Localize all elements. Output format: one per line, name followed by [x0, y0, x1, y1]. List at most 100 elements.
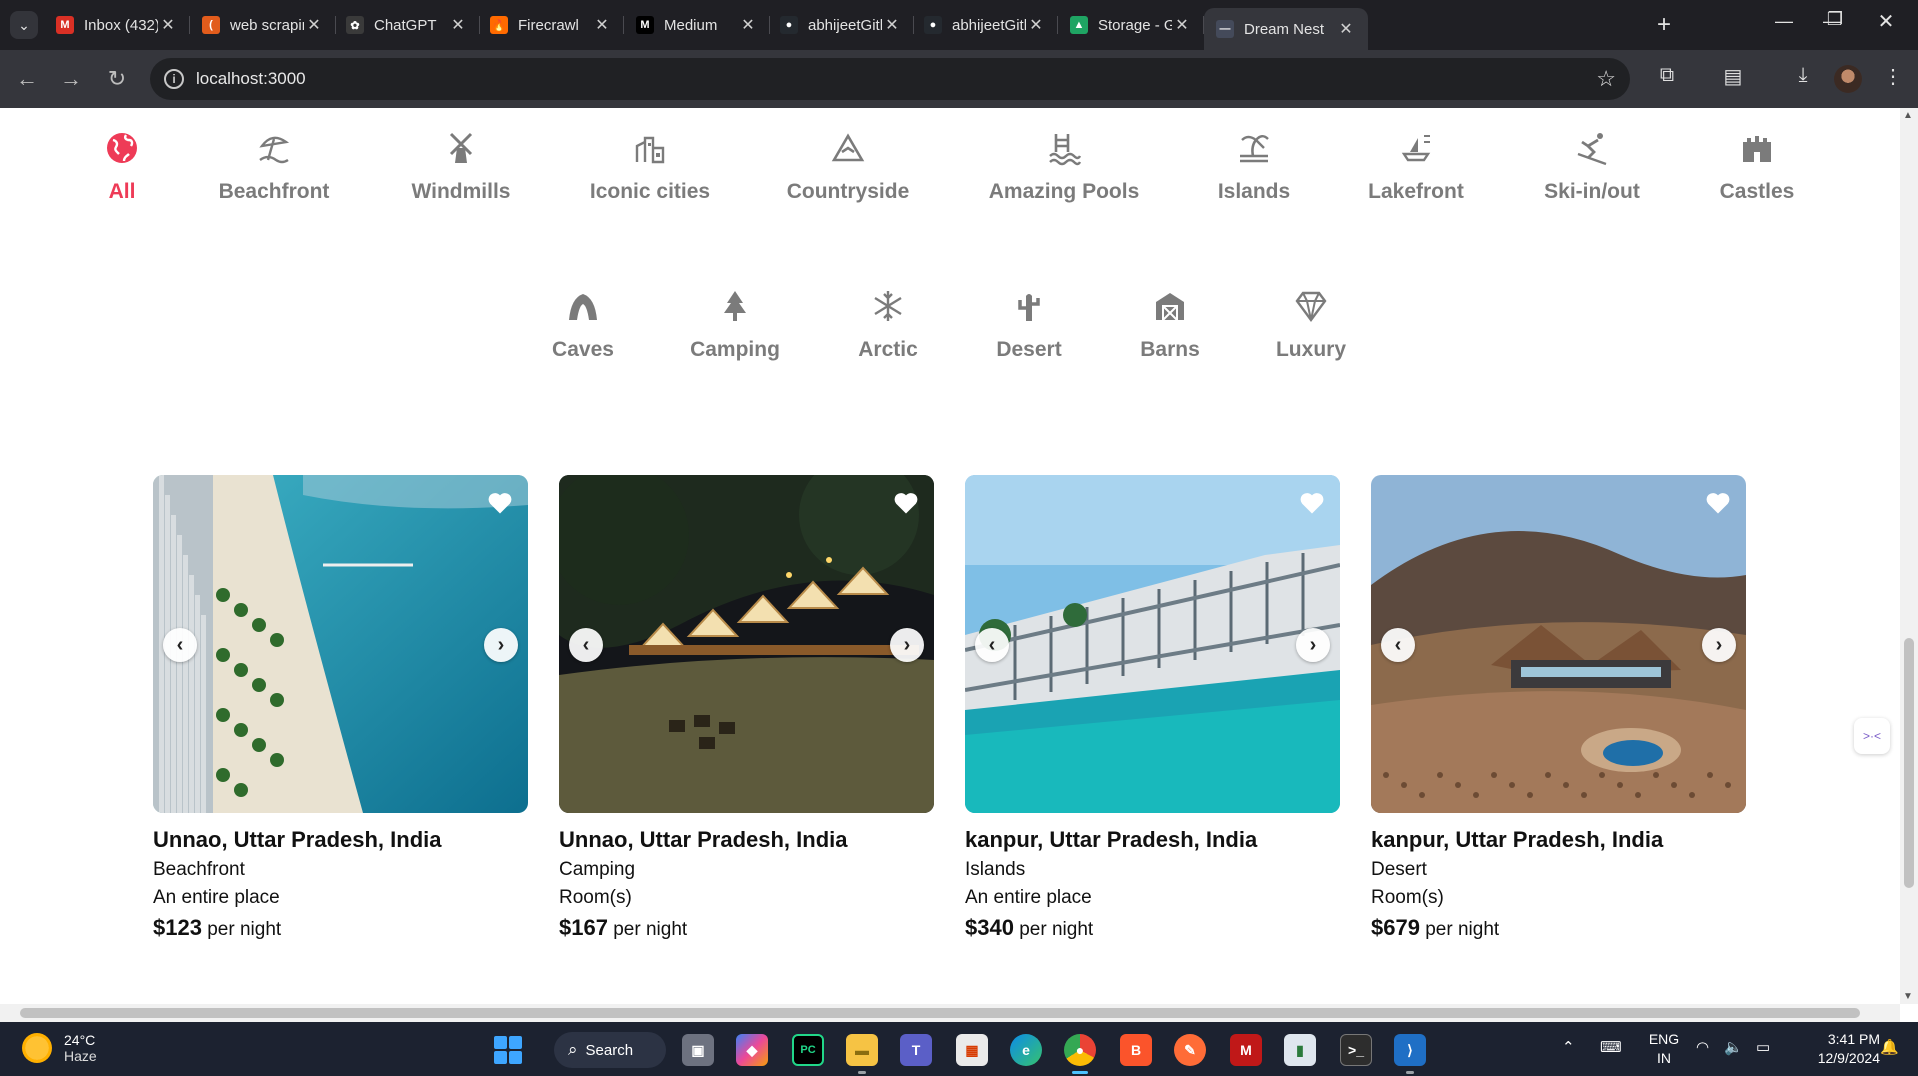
next-photo-chevron-icon[interactable]: ›: [890, 628, 924, 662]
category-windmills[interactable]: Windmills: [381, 130, 541, 204]
horizontal-scrollbar[interactable]: [0, 1004, 1900, 1022]
previous-photo-chevron-icon[interactable]: ‹: [569, 628, 603, 662]
close-tab-icon[interactable]: ✕: [1336, 19, 1356, 39]
browser-tab[interactable]: ● abhijeetGithu✕: [912, 8, 1058, 42]
close-window-icon[interactable]: ✕: [1866, 9, 1906, 34]
previous-photo-chevron-icon[interactable]: ‹: [163, 628, 197, 662]
close-tab-icon[interactable]: ✕: [1172, 15, 1192, 35]
browser-tab[interactable]: ✿ ChatGPT ✕: [334, 8, 480, 42]
browser-tab[interactable]: (web scraping✕: [190, 8, 336, 42]
windows-start-icon[interactable]: [494, 1036, 522, 1064]
teams-icon[interactable]: T: [900, 1034, 932, 1066]
keyboard-icon[interactable]: ⌨: [1600, 1038, 1622, 1056]
postman-icon[interactable]: ✎: [1174, 1034, 1206, 1066]
close-tab-icon[interactable]: ✕: [592, 15, 612, 35]
horizontal-scroll-thumb[interactable]: [20, 1008, 1860, 1018]
site-info-icon[interactable]: i: [164, 69, 184, 89]
minimize-window-icon[interactable]: —: [1764, 11, 1804, 32]
tab-search-button[interactable]: ⌄: [10, 11, 38, 39]
category-camping[interactable]: Camping: [655, 288, 815, 362]
battery-icon[interactable]: ▭: [1756, 1038, 1770, 1056]
microsoft-store-icon[interactable]: ▦: [956, 1034, 988, 1066]
close-tab-icon[interactable]: ✕: [158, 15, 178, 35]
category-caves[interactable]: Caves: [503, 288, 663, 362]
category-desert[interactable]: Desert: [949, 288, 1109, 362]
category-ski-in-out[interactable]: Ski-in/out: [1512, 130, 1672, 204]
browser-tab[interactable]: — Dream Nest ✕: [1204, 8, 1368, 50]
listing-card[interactable]: ‹ › Unnao, Uttar Pradesh, India Camping Room…: [559, 475, 934, 941]
extensions-icon[interactable]: ⧉: [1652, 64, 1682, 87]
restore-window-icon[interactable]: ❐: [1815, 9, 1855, 30]
reload-icon[interactable]: ↻: [104, 66, 130, 92]
close-tab-icon[interactable]: ✕: [304, 15, 324, 35]
wishlist-heart-icon[interactable]: [892, 489, 920, 517]
wishlist-heart-icon[interactable]: [1704, 489, 1732, 517]
new-tab-button[interactable]: +: [1650, 11, 1678, 39]
category-barns[interactable]: Barns: [1090, 288, 1250, 362]
taskbar-search-button[interactable]: ⌕ Search: [554, 1032, 666, 1068]
menu-kebab-icon[interactable]: ⋮: [1878, 64, 1908, 89]
close-tab-icon[interactable]: ✕: [882, 15, 902, 35]
listing-card[interactable]: ‹ › kanpur, Uttar Pradesh, India Desert Room…: [1371, 475, 1746, 941]
close-tab-icon[interactable]: ✕: [448, 15, 468, 35]
bookmark-star-icon[interactable]: ☆: [1596, 66, 1616, 92]
weather-widget[interactable]: 24°C Haze: [22, 1032, 97, 1064]
extension-floating-icon[interactable]: >·<: [1854, 718, 1890, 754]
close-tab-icon[interactable]: ✕: [738, 15, 758, 35]
category-castles[interactable]: Castles: [1677, 130, 1837, 204]
scroll-up-arrow-icon[interactable]: ▲: [1903, 110, 1913, 121]
profile-avatar[interactable]: [1834, 65, 1862, 93]
close-tab-icon[interactable]: ✕: [1026, 15, 1046, 35]
wishlist-heart-icon[interactable]: [486, 489, 514, 517]
category-arctic[interactable]: Arctic: [808, 288, 968, 362]
notification-bell-icon[interactable]: 🔔: [1880, 1038, 1899, 1056]
browser-tab[interactable]: M Medium ✕: [624, 8, 770, 42]
file-explorer-icon[interactable]: ▬: [846, 1034, 878, 1074]
listing-card[interactable]: ‹ › Unnao, Uttar Pradesh, India Beachfront A…: [153, 475, 528, 941]
next-photo-chevron-icon[interactable]: ›: [1296, 628, 1330, 662]
url-text[interactable]: localhost:3000: [196, 69, 306, 89]
listing-photo[interactable]: ‹ ›: [1371, 475, 1746, 813]
category-islands[interactable]: Islands: [1174, 130, 1334, 204]
terminal-icon[interactable]: >_: [1340, 1034, 1372, 1066]
volume-icon[interactable]: 🔈: [1724, 1038, 1743, 1056]
browser-tab[interactable]: M Inbox (432) -✕: [44, 8, 190, 42]
forward-arrow-icon[interactable]: →: [58, 66, 84, 92]
category-lakefront[interactable]: Lakefront: [1336, 130, 1496, 204]
vertical-scrollbar[interactable]: ▲ ▼: [1900, 108, 1918, 1004]
address-bar[interactable]: i localhost:3000 ☆: [150, 58, 1630, 100]
wishlist-heart-icon[interactable]: [1298, 489, 1326, 517]
reading-list-icon[interactable]: ▤: [1718, 64, 1748, 89]
wifi-icon[interactable]: ◠: [1696, 1038, 1709, 1056]
category-amazing-pools[interactable]: Amazing Pools: [984, 130, 1144, 204]
listing-photo[interactable]: ‹ ›: [559, 475, 934, 813]
next-photo-chevron-icon[interactable]: ›: [1702, 628, 1736, 662]
task-view-icon[interactable]: ▣: [682, 1034, 714, 1066]
input-language[interactable]: ENG IN: [1644, 1030, 1684, 1068]
system-clock[interactable]: 3:41 PM 12/9/2024: [1790, 1030, 1880, 1068]
vertical-scroll-thumb[interactable]: [1904, 638, 1914, 888]
copilot-icon[interactable]: ◆: [736, 1034, 768, 1066]
download-icon[interactable]: ⤓: [1788, 64, 1818, 87]
category-iconic-cities[interactable]: Iconic cities: [570, 130, 730, 204]
category-countryside[interactable]: Countryside: [768, 130, 928, 204]
brave-icon[interactable]: B: [1120, 1034, 1152, 1066]
mcafee-icon[interactable]: M: [1230, 1034, 1262, 1066]
database-app-icon[interactable]: ▮: [1284, 1034, 1316, 1066]
chrome-icon[interactable]: ●: [1064, 1034, 1096, 1074]
category-all[interactable]: All: [42, 130, 202, 204]
browser-tab[interactable]: ▲ Storage - Goo✕: [1058, 8, 1204, 42]
show-hidden-icons-chevron-icon[interactable]: ⌃: [1562, 1038, 1575, 1056]
next-photo-chevron-icon[interactable]: ›: [484, 628, 518, 662]
pycharm-icon[interactable]: PC: [792, 1034, 824, 1066]
vscode-icon[interactable]: ⟩: [1394, 1034, 1426, 1074]
edge-icon[interactable]: e: [1010, 1034, 1042, 1066]
previous-photo-chevron-icon[interactable]: ‹: [1381, 628, 1415, 662]
listing-photo[interactable]: ‹ ›: [965, 475, 1340, 813]
category-beachfront[interactable]: Beachfront: [194, 130, 354, 204]
category-luxury[interactable]: Luxury: [1231, 288, 1391, 362]
browser-tab[interactable]: 🔥 Firecrawl ✕: [478, 8, 624, 42]
browser-tab[interactable]: ● abhijeetGithu✕: [768, 8, 914, 42]
scroll-down-arrow-icon[interactable]: ▼: [1903, 991, 1913, 1002]
back-arrow-icon[interactable]: ←: [14, 66, 40, 92]
